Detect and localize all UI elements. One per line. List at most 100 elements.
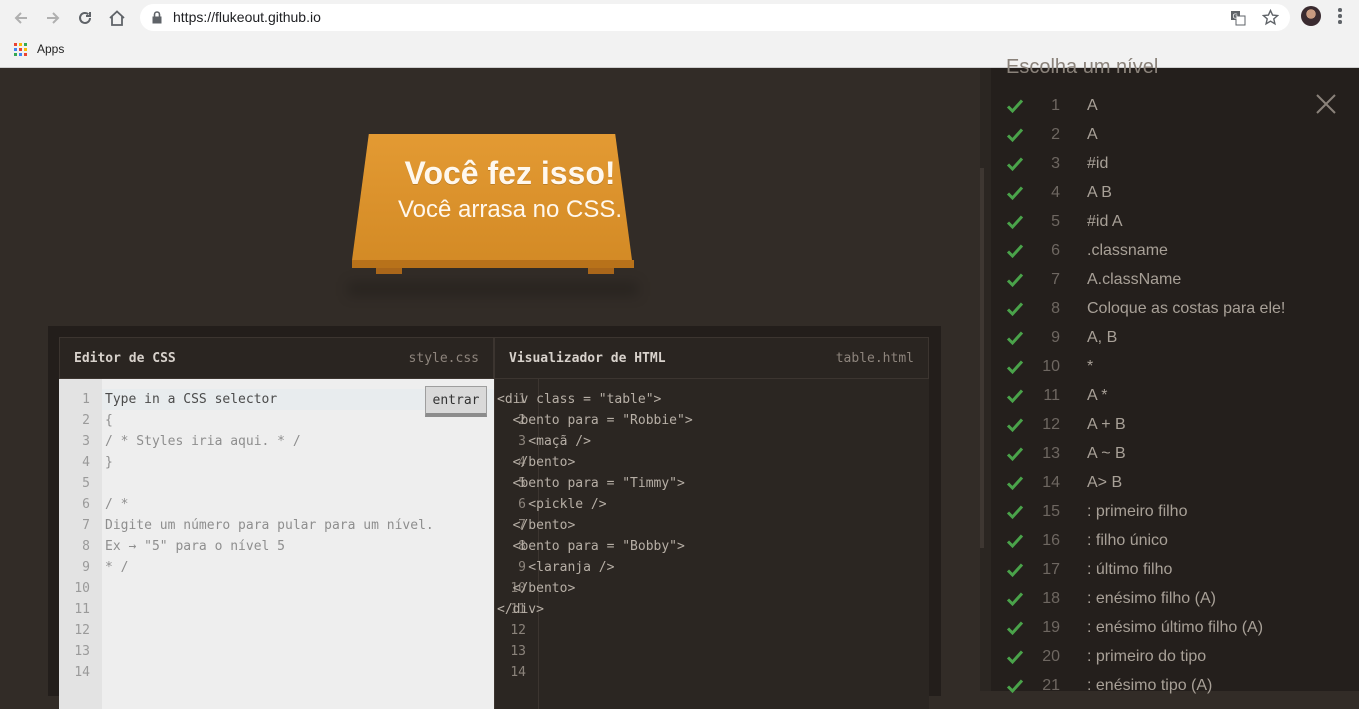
html-code-line[interactable]: <div class = "table"> (497, 389, 661, 410)
level-item[interactable]: 15: primeiro filho (1006, 498, 1346, 527)
level-name: A (1087, 97, 1098, 114)
scrollbar-thumb[interactable] (980, 168, 984, 548)
html-code-line[interactable]: </div> (497, 599, 544, 620)
css-line-number: 3 (82, 434, 90, 449)
browser-menu-icon[interactable] (1338, 8, 1342, 26)
html-viewer-header: Visualizador de HTML table.html (494, 337, 929, 379)
level-item[interactable]: 3 #id (1006, 150, 1346, 179)
level-name: A ~ B (1087, 445, 1126, 462)
css-editor-title: Editor de CSS (74, 351, 176, 366)
css-file-name: style.css (408, 351, 479, 366)
profile-avatar[interactable] (1301, 6, 1321, 26)
css-line-number: 8 (82, 539, 90, 554)
home-button[interactable] (105, 6, 129, 30)
success-table: Você fez isso! Você arrasa no CSS. (340, 132, 650, 302)
level-item[interactable]: 6 .classname (1006, 237, 1346, 266)
level-name: : enésimo filho (A) (1087, 590, 1216, 607)
css-code-line: { (105, 413, 113, 428)
html-code-line[interactable]: <bento para = "Bobby"> (497, 536, 685, 557)
level-name: A B (1087, 184, 1112, 201)
level-name: A (1087, 126, 1098, 143)
level-item[interactable]: 17: último filho (1006, 556, 1346, 585)
level-item[interactable]: 16 : filho único (1006, 527, 1346, 556)
level-name: : filho único (1087, 532, 1168, 549)
html-line-number: 14 (510, 665, 526, 680)
level-name: Coloque as costas para ele! (1087, 300, 1286, 317)
html-code-line[interactable]: <bento para = "Timmy"> (497, 473, 685, 494)
level-name: : enésimo tipo (A) (1087, 677, 1213, 694)
level-name: A, B (1087, 329, 1118, 346)
level-name: : primeiro do tipo (1087, 648, 1207, 665)
forward-button[interactable] (41, 6, 65, 30)
level-item[interactable]: 2A (1006, 121, 1346, 150)
html-code-line[interactable]: </bento> (497, 578, 576, 599)
enter-button[interactable]: entrar (425, 386, 487, 417)
html-file-name: table.html (835, 351, 914, 366)
level-number: 18 (1042, 590, 1060, 607)
level-number: 13 (1042, 445, 1060, 462)
level-item[interactable]: 8 Coloque as costas para ele! (1006, 295, 1346, 324)
html-code-line[interactable]: </bento> (497, 452, 576, 473)
css-selector-input[interactable]: Type in a CSS selector (105, 389, 277, 410)
html-code-line[interactable]: <maçã /> (497, 431, 591, 452)
level-item[interactable]: 7 A.className (1006, 266, 1346, 295)
level-item[interactable]: 13 A ~ B (1006, 440, 1346, 469)
address-bar[interactable]: https://flukeout.github.io G (140, 4, 1290, 31)
checkmark-icon (1006, 679, 1024, 694)
home-icon (109, 10, 125, 26)
level-item[interactable]: 9 A, B (1006, 324, 1346, 353)
css-editor-body[interactable]: 1 2 3 4 5 6 7 8 9 10 11 12 13 14 Type in a CSS select… (59, 379, 494, 709)
level-item[interactable]: 12 A + B (1006, 411, 1346, 440)
html-viewer-title: Visualizador de HTML (509, 351, 666, 366)
checkmark-icon (1006, 505, 1024, 520)
checkmark-icon (1006, 273, 1024, 288)
css-line-number: 13 (74, 644, 90, 659)
level-number: 20 (1042, 648, 1060, 665)
reload-icon (79, 11, 91, 24)
lock-icon (152, 11, 162, 24)
checkmark-icon (1006, 186, 1024, 201)
level-number: 8 (1051, 300, 1060, 317)
level-name: * (1087, 358, 1094, 375)
checkmark-icon (1006, 447, 1024, 462)
checkmark-icon (1006, 621, 1024, 636)
html-code-line[interactable]: <pickle /> (497, 494, 606, 515)
css-code-line: Digite um número para pular para um níve… (105, 518, 434, 533)
css-code-line: } (105, 455, 113, 470)
level-item[interactable]: 1A (1006, 92, 1346, 121)
reload-button[interactable] (73, 6, 97, 30)
level-number: 5 (1051, 213, 1060, 230)
checkmark-icon (1006, 128, 1024, 143)
html-code-line[interactable]: <laranja /> (497, 557, 614, 578)
url-text: https://flukeout.github.io (173, 9, 321, 25)
level-item[interactable]: 5 #id A (1006, 208, 1346, 237)
level-item[interactable]: 21: enésimo tipo (A) (1006, 672, 1346, 701)
level-item[interactable]: 20 : primeiro do tipo (1006, 643, 1346, 672)
css-line-number: 1 (82, 392, 90, 407)
html-code-line[interactable]: <bento para = "Robbie"> (497, 410, 693, 431)
level-item[interactable]: 19: enésimo último filho (A) (1006, 614, 1346, 643)
checkmark-icon (1006, 302, 1024, 317)
html-code-line[interactable]: </bento> (497, 515, 576, 536)
checkmark-icon (1006, 99, 1024, 114)
checkmark-icon (1006, 215, 1024, 230)
css-code-line: / * (105, 497, 129, 512)
bookmark-apps[interactable]: Apps (37, 42, 64, 56)
level-item[interactable]: 18 : enésimo filho (A) (1006, 585, 1346, 614)
level-item[interactable]: 14 A> B (1006, 469, 1346, 498)
css-line-number: 6 (82, 497, 90, 512)
translate-icon[interactable]: G (1230, 10, 1246, 26)
back-button[interactable] (9, 6, 33, 30)
level-number: 10 (1042, 358, 1060, 375)
level-item[interactable]: 10 * (1006, 353, 1346, 382)
checkmark-icon (1006, 389, 1024, 404)
level-number: 16 (1042, 532, 1060, 549)
checkmark-icon (1006, 418, 1024, 433)
level-item[interactable]: 11 A * (1006, 382, 1346, 411)
css-line-number: 2 (82, 413, 90, 428)
scrollbar[interactable] (980, 68, 991, 691)
level-item[interactable]: 4 A B (1006, 179, 1346, 208)
css-line-number: 5 (82, 476, 90, 491)
level-number: 12 (1042, 416, 1060, 433)
bookmark-star-icon[interactable] (1262, 9, 1279, 26)
